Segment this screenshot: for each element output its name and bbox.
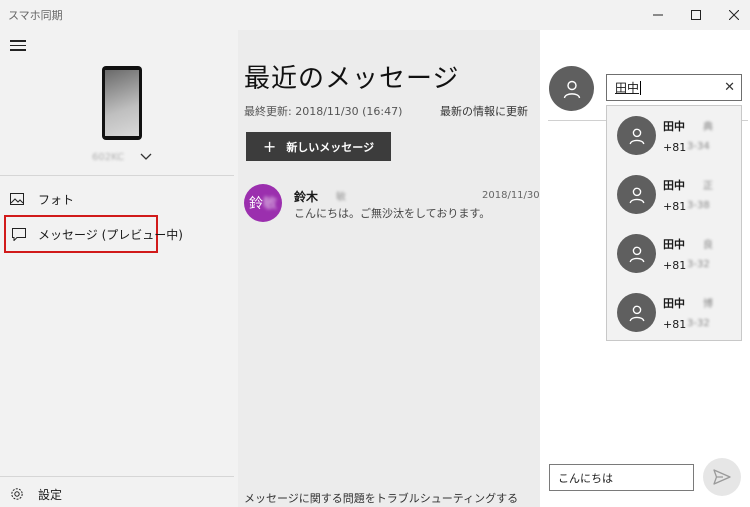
suggestion-item[interactable]: 田中 典 +81 3-34 — [607, 106, 741, 164]
messages-panel: 最近のメッセージ 最終更新: 2018/11/30 (16:47) 最新の情報に… — [238, 30, 540, 507]
avatar — [617, 234, 656, 273]
person-icon — [629, 187, 644, 203]
device-name: 602KC — [92, 152, 125, 163]
suggestion-phone-blurred: 3-32 — [687, 318, 710, 329]
title-bar: スマホ同期 — [0, 0, 750, 30]
suggestion-phone: +81 — [663, 318, 687, 331]
last-updated-text: 最終更新: 2018/11/30 (16:47) — [244, 105, 403, 118]
conversation-date: 2018/11/30 — [482, 190, 540, 201]
suggestion-phone: +81 — [663, 200, 687, 213]
suggestion-phone-blurred: 3-32 — [687, 259, 710, 270]
page-title: 最近のメッセージ — [244, 64, 460, 94]
new-message-label: 新しいメッセージ — [286, 140, 375, 154]
message-compose-input[interactable]: こんにちは — [549, 464, 694, 491]
plus-icon: + — [262, 137, 277, 156]
sidebar-item-photos[interactable]: フォト — [4, 182, 156, 216]
photo-icon — [10, 191, 26, 207]
avatar — [549, 66, 594, 111]
person-icon — [629, 128, 644, 144]
avatar: 鈴敏 — [244, 184, 282, 222]
compose-panel: 田中 ✕ 田中 典 +81 3-34 田中 正 +81 3-38 田中 良 +8… — [540, 30, 750, 507]
avatar — [617, 293, 656, 332]
person-icon — [563, 80, 580, 98]
suggestion-item[interactable]: 田中 良 +81 3-32 — [607, 224, 741, 282]
sidebar-item-settings[interactable]: 設定 — [4, 477, 156, 507]
gear-icon — [10, 486, 26, 502]
conversation-preview: こんにちは。ご無沙汰をしております。 — [294, 207, 491, 220]
conversation-name: 鈴木 — [294, 190, 319, 204]
sidebar-item-label: 設定 — [38, 487, 63, 502]
clear-icon[interactable]: ✕ — [724, 80, 735, 95]
chevron-down-icon[interactable] — [140, 150, 152, 162]
avatar — [617, 116, 656, 155]
message-icon — [12, 226, 26, 242]
avatar-initial-blurred: 敏 — [263, 196, 277, 212]
suggestion-item[interactable]: 田中 正 +81 3-38 — [607, 165, 741, 223]
troubleshoot-link[interactable]: メッセージに関する問題をトラブルシューティングする — [244, 490, 518, 506]
suggestion-phone-blurred: 3-34 — [687, 141, 710, 152]
maximize-icon — [691, 10, 701, 20]
suggestion-name-blurred: 典 — [703, 122, 713, 133]
person-icon — [629, 246, 644, 262]
suggestion-phone: +81 — [663, 259, 687, 272]
refresh-link[interactable]: 最新の情報に更新 — [440, 103, 528, 119]
suggestion-name-blurred: 正 — [703, 181, 713, 192]
new-message-button[interactable]: + 新しいメッセージ — [246, 132, 391, 161]
recipient-input[interactable]: 田中 ✕ — [606, 74, 742, 101]
close-button[interactable] — [712, 0, 750, 30]
suggestion-item[interactable]: 田中 博 +81 3-32 — [607, 283, 741, 341]
close-icon — [729, 10, 739, 20]
suggestion-phone-blurred: 3-38 — [687, 200, 710, 211]
sidebar-divider — [0, 175, 234, 176]
recipient-value: 田中 — [615, 81, 640, 95]
send-button[interactable] — [703, 458, 741, 496]
hamburger-menu-icon[interactable] — [10, 40, 26, 52]
conversation-name-blurred: 敏 — [336, 192, 346, 203]
suggestion-name-blurred: 良 — [703, 240, 713, 251]
suggestion-name: 田中 — [663, 238, 685, 251]
avatar-initial: 鈴 — [249, 196, 263, 212]
suggestion-name: 田中 — [663, 120, 685, 133]
conversation-item[interactable]: 鈴敏 鈴木 敏 2018/11/30 こんにちは。ご無沙汰をしております。 — [242, 180, 540, 226]
suggestion-name: 田中 — [663, 297, 685, 310]
send-icon — [713, 469, 731, 485]
app-title: スマホ同期 — [8, 9, 63, 22]
contact-suggestions-dropdown: 田中 典 +81 3-34 田中 正 +81 3-38 田中 良 +81 3-3… — [606, 105, 742, 341]
compose-value: こんにちは — [558, 471, 613, 485]
avatar — [617, 175, 656, 214]
sidebar: 602KC フォト メッセージ (プレビュー中) 設定 — [0, 30, 238, 507]
suggestion-name: 田中 — [663, 179, 685, 192]
sidebar-item-label: フォト — [38, 192, 75, 207]
sidebar-item-label: メッセージ (プレビュー中) — [38, 227, 183, 242]
suggestion-phone: +81 — [663, 141, 687, 154]
phone-device-icon — [102, 66, 142, 140]
sidebar-item-messages[interactable]: メッセージ (プレビュー中) — [4, 215, 183, 253]
person-icon — [629, 305, 644, 321]
suggestion-name-blurred: 博 — [703, 299, 713, 310]
minimize-icon — [653, 14, 663, 16]
